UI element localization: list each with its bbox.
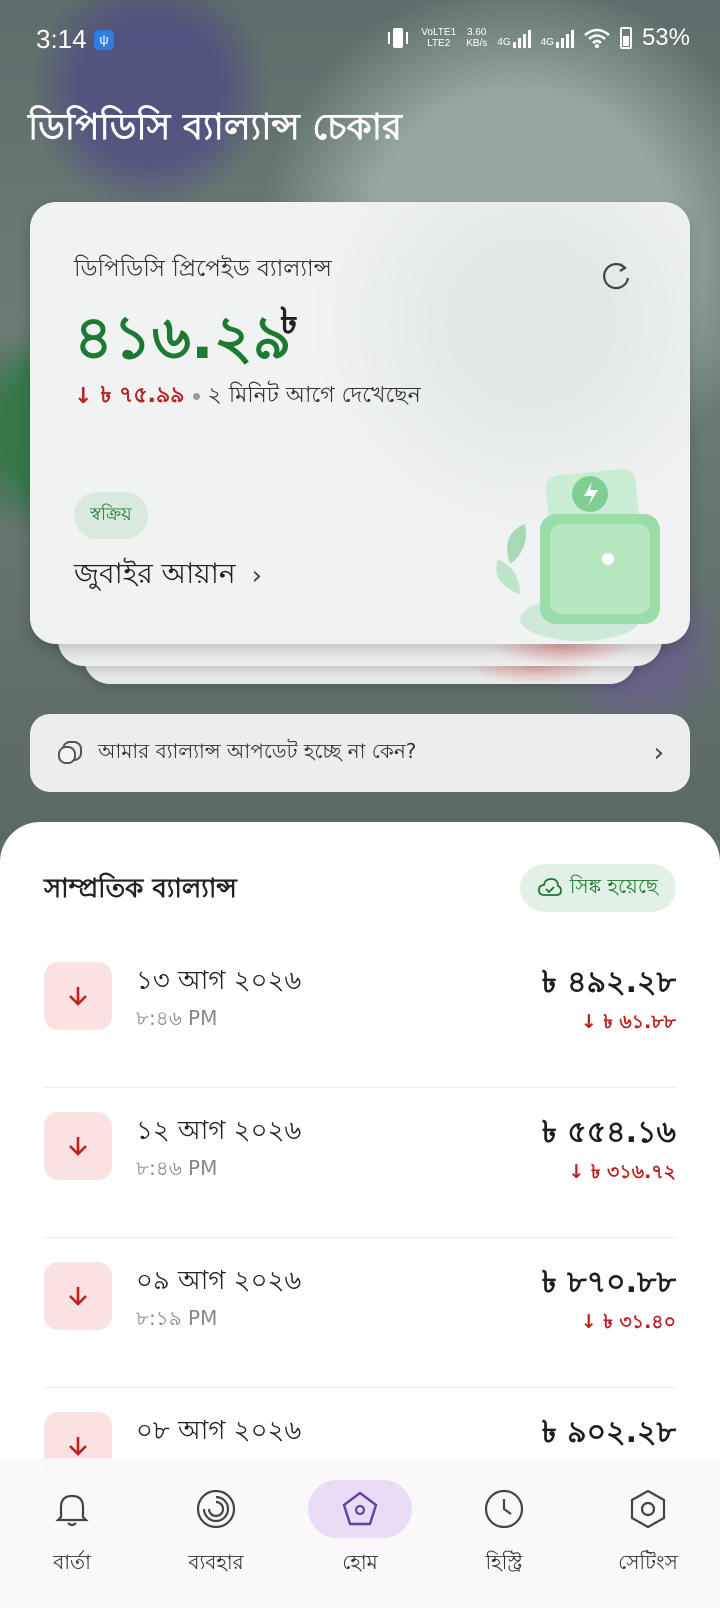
wallet-illustration — [496, 468, 660, 641]
list-item[interactable]: ১২ আগ ২০২৬ ৮:৪৬ PM ৳ ৫৫৪.১৬ ↓ ৳ ৩১৬.৭২ — [44, 1088, 676, 1238]
battery-icon — [619, 27, 632, 49]
balance-change: ৳ ৭৫.৯৯ — [100, 383, 185, 408]
recent-balances-title: সাম্প্রতিক ব্যাল্যান্স — [44, 874, 237, 904]
last-seen: ২ মিনিট আগে দেখেছেন — [207, 383, 421, 408]
settings-hexagon-icon — [596, 1480, 700, 1538]
usb-debug-icon: ψ — [94, 30, 114, 50]
balance-card[interactable]: ডিপিডিসি প্রিপেইড ব্যাল্যান্স ৪১৬.২৯ ৳ ↓… — [30, 202, 690, 644]
signal-sim2: 4G — [541, 28, 574, 48]
row-amount: ৳ ৪৯২.২৮ — [541, 965, 676, 1000]
help-bar-label: আমার ব্যাল্যান্স আপডেট হচ্ছে না কেন? — [98, 738, 417, 763]
row-change: ↓ ৳ ৩১৬.৭২ — [568, 1161, 676, 1183]
row-change-value: ৳ ৬১.৮৮ — [603, 1011, 676, 1033]
nav-item-usage[interactable]: ব্যবহার — [156, 1480, 276, 1581]
row-time: ৮:১৯ PM — [136, 1306, 218, 1330]
arrow-down-icon — [44, 1262, 112, 1330]
list-item[interactable]: ০৯ আগ ২০২৬ ৮:১৯ PM ৳ ৮৭০.৮৮ ↓ ৳ ৩১.৪০ — [44, 1238, 676, 1388]
cloud-check-icon — [537, 878, 562, 896]
status-time: 3:14 — [36, 24, 87, 54]
status-bar: 3:14 ψ VoLTE1 LTE2 3.60 KB/s 4G 4G 53% — [0, 0, 720, 80]
wifi-icon — [584, 28, 610, 48]
balance-help-bar[interactable]: আমার ব্যাল্যান্স আপডেট হচ্ছে না কেন? › — [30, 714, 690, 792]
row-date: ০৯ আগ ২০২৬ — [136, 1266, 302, 1296]
chevron-right-icon: › — [251, 560, 263, 591]
net-type-1: 4G — [497, 37, 511, 48]
nav-item-home[interactable]: হোম — [300, 1480, 420, 1581]
row-change: ↓ ৳ ৩১.৪০ — [580, 1311, 676, 1333]
row-change-value: ৳ ৩১.৪০ — [603, 1311, 676, 1333]
list-item[interactable]: ১৩ আগ ২০২৬ ৮:৪৬ PM ৳ ৪৯২.২৮ ↓ ৳ ৬১.৮৮ — [44, 938, 676, 1088]
net-type-2: 4G — [540, 37, 554, 48]
clock-icon — [452, 1480, 556, 1538]
row-change-value: ৳ ৩১৬.৭২ — [590, 1161, 676, 1183]
row-amount: ৳ ৯০২.২৮ — [541, 1415, 676, 1450]
row-amount: ৳ ৫৫৪.১৬ — [541, 1115, 676, 1150]
status-badge: স্বক্রিয় — [74, 492, 148, 539]
chat-bubble-icon — [58, 741, 82, 764]
volte-bottom: LTE2 — [427, 38, 451, 49]
nav-label: সেটিংস — [618, 1550, 678, 1574]
chevron-right-icon: › — [653, 738, 664, 768]
row-change: ↓ ৳ ৬১.৮৮ — [580, 1011, 676, 1033]
app-title: ডিপিডিসি ব্যাল্যান্স চেকার — [28, 107, 402, 148]
battery-percent: 53% — [641, 24, 690, 51]
nav-label: হিস্ট্রি — [485, 1550, 523, 1574]
nav-label: বার্তা — [53, 1550, 91, 1574]
network-speed: 3.60 KB/s — [466, 27, 487, 49]
refresh-icon[interactable] — [598, 258, 634, 294]
sync-label: সিঙ্ক হয়েছে — [569, 873, 658, 898]
row-date: ১৩ আগ ২০২৬ — [136, 966, 302, 996]
arrow-down-icon — [44, 962, 112, 1030]
home-pentagon-icon — [308, 1480, 412, 1538]
arrow-down-icon — [44, 1112, 112, 1180]
nav-label: হোম — [342, 1550, 378, 1574]
row-time: ৮:৪৬ PM — [136, 1156, 218, 1180]
nav-item-history[interactable]: হিস্ট্রি — [444, 1480, 564, 1581]
nav-label: ব্যবহার — [188, 1550, 244, 1574]
vibrate-icon — [388, 28, 409, 48]
signal-bars-icon — [555, 28, 574, 48]
bell-icon — [20, 1480, 124, 1538]
speed-unit: KB/s — [466, 38, 488, 49]
row-date: ০৮ আগ ২০২৬ — [136, 1416, 302, 1446]
row-time: ৮:৪৬ PM — [136, 1006, 218, 1030]
signal-sim1: 4G — [497, 28, 531, 48]
row-date: ১২ আগ ২০২৬ — [136, 1116, 302, 1146]
balance-card-label: ডিপিডিসি প্রিপেইড ব্যাল্যান্স — [74, 256, 332, 282]
separator-dot — [192, 393, 200, 400]
speed-value: 3.60 — [466, 27, 487, 38]
status-indicators: VoLTE1 LTE2 3.60 KB/s 4G 4G 53% — [385, 24, 690, 52]
usage-ring-icon — [164, 1480, 268, 1538]
balance-change-line: ↓ ৳ ৭৫.৯৯ ২ মিনিট আগে দেখেছেন — [74, 378, 421, 415]
signal-bars-icon — [512, 28, 531, 48]
nav-item-settings[interactable]: সেটিংস — [588, 1480, 708, 1581]
recent-balances-list: ১৩ আগ ২০২৬ ৮:৪৬ PM ৳ ৪৯২.২৮ ↓ ৳ ৬১.৮৮ ১২… — [44, 938, 676, 1538]
bottom-navigation: বার্তা ব্যবহার হোম হিস্ট্রি সেটিংস — [0, 1458, 720, 1608]
currency-symbol: ৳ — [280, 301, 298, 342]
nav-item-messages[interactable]: বার্তা — [12, 1480, 132, 1581]
volte-indicator: VoLTE1 LTE2 — [421, 27, 456, 49]
arrow-down-icon: ↓ — [74, 384, 93, 409]
balance-amount: ৪১৬.২৯ — [74, 303, 292, 373]
sync-status-chip[interactable]: সিঙ্ক হয়েছে — [519, 864, 676, 912]
account-name-link[interactable]: জুবাইর আয়ান › — [74, 552, 262, 599]
row-amount: ৳ ৮৭০.৮৮ — [541, 1265, 676, 1300]
volte-top: VoLTE1 — [421, 27, 457, 38]
account-name: জুবাইর আয়ান — [74, 557, 236, 590]
